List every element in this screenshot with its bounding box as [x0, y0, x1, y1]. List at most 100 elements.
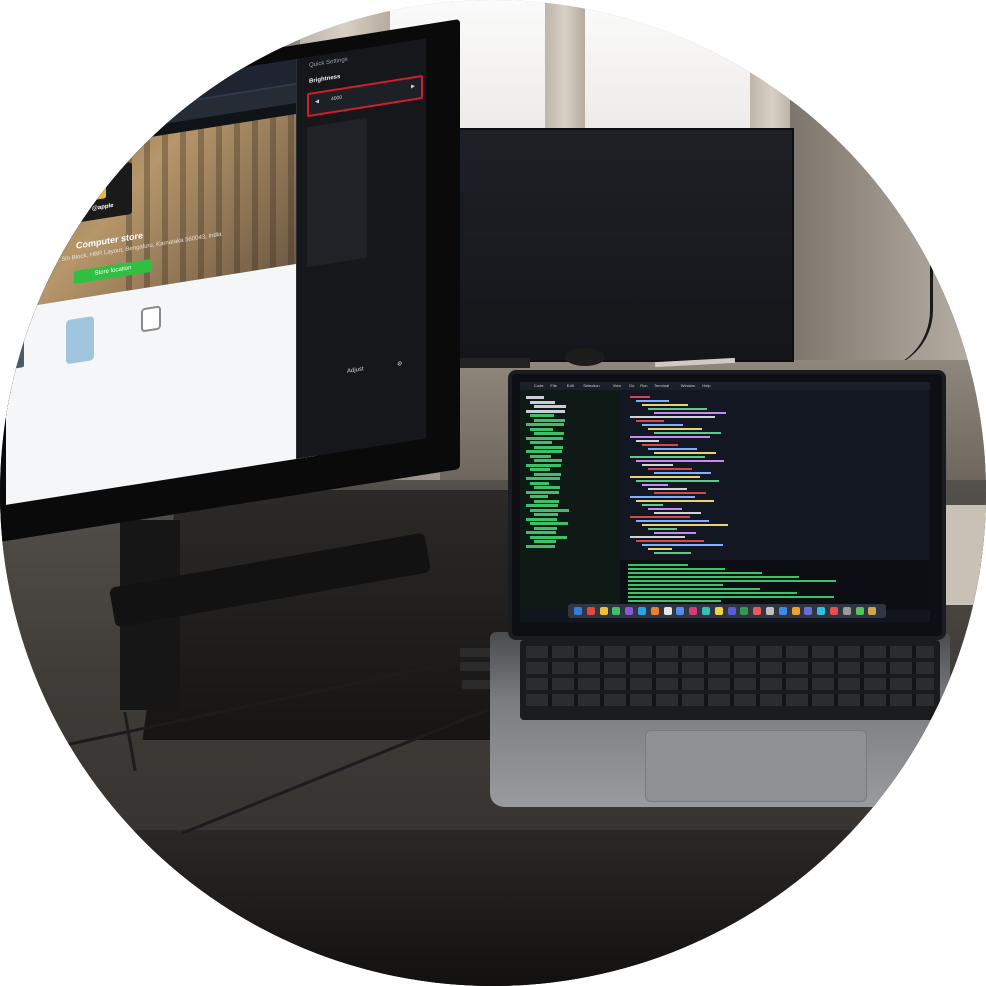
code-line [642, 404, 688, 406]
file-tree-item[interactable] [526, 463, 561, 467]
dock-app-icon[interactable] [740, 607, 749, 615]
file-tree-item[interactable] [530, 535, 567, 539]
file-tree-item[interactable] [526, 450, 562, 453]
quick-settings-preview [307, 117, 367, 268]
code-line [636, 460, 724, 462]
menubar-item[interactable]: Code [534, 383, 544, 388]
code-line [630, 476, 700, 478]
code-line [648, 468, 692, 470]
code-line [636, 420, 664, 422]
laptop-icon [76, 180, 106, 203]
quick-settings-footer[interactable]: Adjust [347, 366, 364, 375]
menubar-item[interactable]: Window [681, 383, 695, 388]
menubar-item[interactable]: Selection [583, 383, 599, 388]
dock-app-icon[interactable] [855, 607, 864, 615]
menubar-item[interactable]: File [550, 383, 556, 388]
dock-app-icon[interactable] [714, 607, 723, 615]
dock-app-icon[interactable] [650, 607, 659, 615]
file-tree-item[interactable] [534, 540, 556, 543]
file-tree-item[interactable] [534, 459, 562, 462]
file-tree-item[interactable] [534, 405, 566, 408]
macos-menubar: Code File Edit Selection View Go Run Terminal Wi… [520, 382, 930, 390]
dock-app-icon[interactable] [663, 607, 672, 615]
file-tree-item[interactable] [526, 423, 564, 426]
file-tree-item[interactable] [534, 445, 563, 449]
file-tree-item[interactable] [530, 468, 550, 471]
dock-app-icon[interactable] [830, 607, 838, 615]
menubar-item[interactable]: View [613, 383, 622, 388]
file-tree-item[interactable] [530, 508, 569, 512]
dock-app-icon[interactable] [842, 607, 851, 615]
terminal-line [628, 588, 760, 590]
code-line [648, 488, 687, 490]
file-tree-item[interactable] [530, 414, 554, 417]
file-tree-item[interactable] [526, 544, 555, 548]
browser-tab-label[interactable]: Setting [126, 111, 148, 121]
dock-app-icon[interactable] [766, 607, 774, 615]
dock-app-icon[interactable] [689, 607, 698, 615]
dock-app-icon[interactable] [625, 607, 634, 615]
dock-app-icon[interactable] [612, 607, 621, 615]
dock-app-icon[interactable] [586, 607, 595, 615]
settings-icon[interactable]: ⚙ [397, 360, 402, 368]
dock-app-icon[interactable] [868, 607, 877, 615]
code-line [654, 492, 706, 494]
file-tree-item[interactable] [530, 454, 551, 458]
quick-settings-title: Quick Settings [309, 56, 348, 69]
dock-app-icon[interactable] [753, 607, 762, 615]
menubar-item[interactable]: Edit [567, 383, 574, 388]
file-tree-item[interactable] [534, 513, 558, 516]
watch-icon [141, 305, 161, 333]
file-tree-item[interactable] [530, 481, 549, 485]
file-tree-item[interactable] [534, 418, 565, 422]
dock-app-icon[interactable] [676, 607, 685, 615]
file-tree-item[interactable] [530, 495, 548, 498]
dock-app-icon[interactable] [817, 607, 826, 615]
file-tree-item[interactable] [526, 396, 544, 399]
menubar-item[interactable]: Go [629, 383, 634, 388]
code-line [636, 540, 704, 542]
file-tree-item[interactable] [534, 486, 560, 489]
curtain [750, 0, 795, 140]
chevron-right-icon[interactable]: ▸ [411, 81, 415, 91]
terminal-line [628, 572, 762, 574]
key-row [526, 646, 934, 658]
file-tree-item[interactable] [534, 499, 559, 503]
code-line [642, 464, 673, 466]
dock-app-icon[interactable] [804, 607, 813, 615]
dock-app-icon[interactable] [638, 607, 646, 615]
dock-app-icon[interactable] [778, 607, 787, 615]
file-tree-item[interactable] [534, 526, 557, 530]
dock-app-icon[interactable] [727, 607, 736, 615]
file-tree-item[interactable] [526, 517, 557, 521]
file-tree-item[interactable] [526, 409, 565, 413]
code-line [636, 480, 719, 482]
dock-app-icon[interactable] [599, 607, 608, 615]
file-tree-item[interactable] [530, 400, 555, 404]
file-tree-item[interactable] [526, 477, 560, 480]
file-tree-item[interactable] [530, 522, 568, 525]
code-line [642, 524, 728, 526]
menubar-item[interactable]: Run [640, 383, 647, 388]
file-tree-item[interactable] [530, 441, 552, 444]
file-tree-item[interactable] [526, 436, 563, 440]
file-tree-item[interactable] [534, 472, 561, 476]
file-tree-item[interactable] [530, 427, 553, 431]
file-tree-item[interactable] [526, 504, 558, 507]
glass-desk-panel [142, 490, 538, 740]
file-tree-item[interactable] [526, 490, 559, 494]
menubar-item[interactable]: Help [702, 383, 710, 388]
dock-app-icon[interactable] [574, 607, 582, 615]
file-tree-item[interactable] [526, 531, 556, 534]
code-line [630, 396, 650, 398]
curtain [545, 0, 585, 140]
phone-icon [14, 337, 24, 369]
code-line [654, 412, 726, 414]
chevron-left-icon[interactable]: ◂ [315, 96, 319, 106]
dock-app-icon[interactable] [791, 607, 800, 615]
terminal-line [628, 564, 688, 566]
code-line [642, 424, 683, 426]
dock-app-icon[interactable] [702, 607, 710, 615]
file-tree-item[interactable] [534, 432, 564, 435]
menubar-item[interactable]: Terminal [654, 383, 669, 388]
